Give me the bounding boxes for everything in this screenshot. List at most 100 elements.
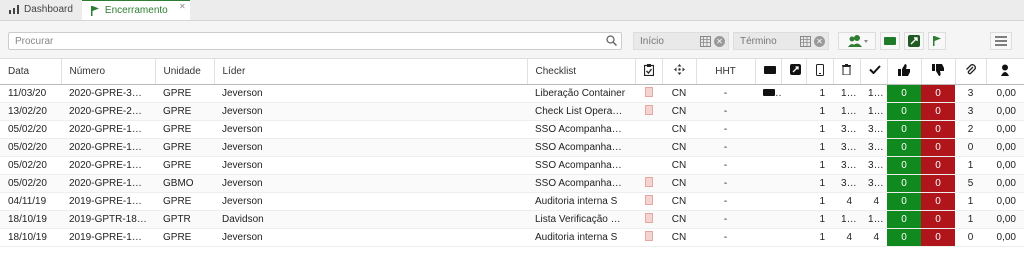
clear-icon[interactable]: ✕: [714, 36, 725, 47]
table-row[interactable]: 18/10/19 2019-GPRE-1823 GPRE Jeverson Au…: [0, 228, 1024, 247]
table-row[interactable]: 04/11/19 2019-GPRE-1834 GPRE Jeverson Au…: [0, 192, 1024, 211]
thumbs-up-icon: [898, 63, 910, 76]
cell-unit: GPRE: [155, 84, 214, 103]
cell-unit: GPRE: [155, 102, 214, 121]
cell-pdf[interactable]: [635, 156, 662, 175]
pdf-icon[interactable]: [644, 230, 653, 241]
cell-expand: [781, 84, 806, 103]
cell-rejected: 0: [921, 174, 955, 193]
col-numero[interactable]: Número: [61, 59, 156, 85]
table-row[interactable]: 11/03/20 2020-GPRE-3390 GPRE Jeverson Li…: [0, 84, 1024, 103]
col-attachments[interactable]: [955, 59, 987, 85]
pdf-icon[interactable]: [644, 212, 653, 223]
end-date-field[interactable]: Término ✕: [733, 32, 829, 50]
cell-pdf[interactable]: [635, 84, 662, 103]
menu-button[interactable]: [990, 32, 1012, 50]
cell-cost: 0,00: [986, 102, 1024, 121]
col-check[interactable]: [860, 59, 888, 85]
cell-card: [755, 228, 781, 247]
cell-location: CN: [662, 120, 696, 139]
col-approve[interactable]: [887, 59, 922, 85]
cell-pdf[interactable]: [635, 228, 662, 247]
table-row[interactable]: 05/02/20 2020-GPRE-1848 GBMO Jeverson SS…: [0, 174, 1024, 193]
col-data[interactable]: Data: [0, 59, 62, 85]
cell-number: 2019-GPTR-1827: [61, 210, 155, 229]
cell-count-2: 15: [833, 102, 860, 121]
col-trash[interactable]: [833, 59, 861, 85]
cell-pdf[interactable]: [635, 192, 662, 211]
cell-approved: 0: [887, 210, 921, 229]
cell-cost: 0,00: [986, 228, 1024, 247]
col-hht[interactable]: HHT: [696, 59, 756, 85]
expand-icon: [789, 64, 801, 76]
cell-count-2: 4: [833, 192, 860, 211]
cell-rejected: 0: [921, 138, 955, 157]
cell-approved: 0: [887, 228, 921, 247]
cell-attachments: 1: [955, 210, 986, 229]
cell-pdf[interactable]: [635, 210, 662, 229]
cell-pdf[interactable]: [635, 102, 662, 121]
cell-card: [755, 174, 781, 193]
col-unidade[interactable]: Unidade: [155, 59, 215, 85]
cell-attachments: 3: [955, 102, 986, 121]
calendar-icon[interactable]: [700, 36, 711, 47]
cell-count-1: 1: [806, 120, 833, 139]
col-lider[interactable]: Líder: [214, 59, 528, 85]
card-icon: [763, 65, 776, 74]
hide-filter-button[interactable]: [880, 32, 900, 50]
cell-leader: Jeverson: [214, 156, 527, 175]
cell-count-3: 10: [860, 210, 887, 229]
cell-number: 2020-GPRE-1851: [61, 138, 155, 157]
col-checklist[interactable]: Checklist: [527, 59, 636, 85]
group-filter-dropdown[interactable]: [838, 32, 876, 50]
pdf-icon[interactable]: [644, 104, 653, 115]
table-row[interactable]: 13/02/20 2020-GPRE-2074 GPRE Jeverson Ch…: [0, 102, 1024, 121]
expand-button[interactable]: [904, 32, 924, 50]
cell-card: [755, 84, 781, 103]
pdf-icon[interactable]: [644, 176, 653, 187]
col-card[interactable]: [755, 59, 782, 85]
calendar-icon[interactable]: [800, 36, 811, 47]
flag-filter-button[interactable]: [928, 32, 946, 50]
table-row[interactable]: 05/02/20 2020-GPRE-1850 GPRE Jeverson SS…: [0, 156, 1024, 175]
cell-leader: Jeverson: [214, 138, 527, 157]
cell-hht: -: [696, 228, 755, 247]
table-row[interactable]: 18/10/19 2019-GPTR-1827 GPTR Davidson Li…: [0, 210, 1024, 229]
cell-date: 05/02/20: [0, 138, 61, 157]
cell-number: 2020-GPRE-1850: [61, 156, 155, 175]
cell-location: CN: [662, 210, 696, 229]
col-reject[interactable]: [921, 59, 956, 85]
col-cost[interactable]: [986, 59, 1024, 85]
tab-dashboard[interactable]: Dashboard: [0, 0, 82, 20]
cell-attachments: 3: [955, 84, 986, 103]
start-date-placeholder: Início: [640, 35, 664, 47]
search-input[interactable]: Procurar: [8, 32, 622, 50]
card-icon: [763, 88, 775, 96]
search-icon[interactable]: [606, 35, 617, 46]
cell-pdf[interactable]: [635, 120, 662, 139]
col-clipboard[interactable]: [635, 59, 663, 85]
pdf-icon[interactable]: [644, 194, 653, 205]
cell-location: CN: [662, 156, 696, 175]
cell-count-3: 30: [860, 138, 887, 157]
col-expand[interactable]: [781, 59, 807, 85]
cell-location: CN: [662, 192, 696, 211]
clear-icon[interactable]: ✕: [814, 36, 825, 47]
table-row[interactable]: 05/02/20 2020-GPRE-1852 GPRE Jeverson SS…: [0, 120, 1024, 139]
tab-encerramento[interactable]: Encerramento ✕: [81, 0, 190, 20]
cell-pdf[interactable]: [635, 138, 662, 157]
cell-hht: -: [696, 156, 755, 175]
col-location[interactable]: [662, 59, 697, 85]
cell-count-1: 1: [806, 102, 833, 121]
cell-checklist: SSO Acompanhame...: [527, 138, 635, 157]
cell-approved: 0: [887, 102, 921, 121]
start-date-field[interactable]: Início ✕: [633, 32, 729, 50]
col-device[interactable]: [806, 59, 834, 85]
cell-number: 2020-GPRE-3390: [61, 84, 155, 103]
flag-icon: [90, 5, 99, 16]
table-row[interactable]: 05/02/20 2020-GPRE-1851 GPRE Jeverson SS…: [0, 138, 1024, 157]
pdf-icon[interactable]: [644, 86, 653, 97]
close-icon[interactable]: ✕: [179, 2, 186, 11]
cell-pdf[interactable]: [635, 174, 662, 193]
paperclip-icon: [965, 63, 976, 75]
